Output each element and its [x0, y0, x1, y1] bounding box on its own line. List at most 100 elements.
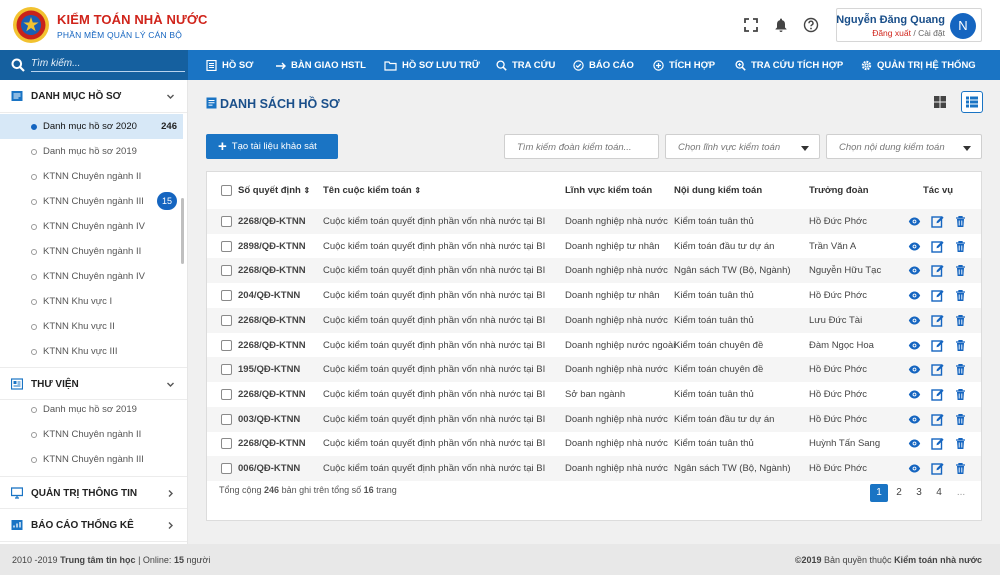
sidebar-item-khu-vuc-2[interactable]: KTNN Khu vực II [0, 314, 183, 339]
nav-item-luu-tru[interactable]: HỒ SƠ LƯU TRỮ [384, 50, 480, 80]
row-checkbox[interactable] [221, 364, 232, 376]
edit-icon[interactable] [931, 289, 944, 302]
delete-icon[interactable] [954, 363, 967, 376]
sidebar-section-report[interactable]: BÁO CÁO THỐNG KÊ [0, 509, 187, 542]
view-icon[interactable] [908, 240, 921, 253]
table-row[interactable]: 2268/QĐ-KTNN Cuộc kiểm toán quyết định ph… [207, 209, 981, 234]
nav-item-bao-cao[interactable]: BÁO CÁO [573, 50, 634, 80]
edit-icon[interactable] [931, 314, 944, 327]
fullscreen-icon[interactable] [743, 17, 759, 33]
select-all-checkbox[interactable] [221, 185, 232, 196]
row-checkbox[interactable] [221, 265, 232, 277]
create-survey-button[interactable]: + Tạo tài liệu khảo sát [206, 134, 338, 159]
settings-link[interactable]: Cài đặt [918, 28, 945, 38]
nav-item-quan-tri[interactable]: QUẢN TRỊ HỆ THỐNG [861, 50, 976, 80]
page-2-button[interactable]: 2 [890, 484, 908, 502]
row-checkbox[interactable] [221, 216, 232, 227]
delete-icon[interactable] [954, 413, 967, 426]
sidebar-item-chuyen-nganh-2b[interactable]: KTNN Chuyên ngành II [0, 239, 183, 264]
view-icon[interactable] [908, 264, 921, 277]
page-4-button[interactable]: 4 [930, 484, 948, 502]
sidebar-item-2019[interactable]: Danh mục hồ sơ 2019 [0, 139, 183, 164]
nav-item-tich-hop[interactable]: TÍCH HỢP [653, 50, 715, 80]
table-row[interactable]: 195/QĐ-KTNN Cuộc kiểm toán quyết định phầ… [207, 357, 981, 383]
sidebar-item-chuyen-nganh-4[interactable]: KTNN Chuyên ngành IV [0, 214, 183, 239]
page-3-button[interactable]: 3 [910, 484, 928, 502]
header-audit-name[interactable]: Tên cuộc kiểm toán ⇕ [323, 185, 421, 196]
row-checkbox[interactable] [221, 438, 232, 450]
delete-icon[interactable] [954, 314, 967, 327]
field-select[interactable]: Chọn lĩnh vực kiểm toán [665, 134, 820, 159]
header-decision[interactable]: Số quyết định ⇕ [238, 185, 310, 196]
user-menu[interactable]: Nguyễn Đăng Quang Đăng xuất / Cài đặt N [836, 8, 982, 42]
nav-item-tra-cuu[interactable]: TRA CỨU [496, 50, 555, 80]
sidebar-item-chuyen-nganh-3[interactable]: KTNN Chuyên ngành III 15 [0, 189, 183, 214]
sidebar-item-library-2019[interactable]: Danh mục hồ sơ 2019 [0, 397, 183, 422]
sidebar-scrollbar[interactable] [181, 198, 184, 264]
bell-icon[interactable] [773, 17, 789, 33]
sidebar-item-2020[interactable]: Danh mục hồ sơ 2020 246 [0, 114, 183, 139]
delete-icon[interactable] [954, 264, 967, 277]
sidebar-section-library[interactable]: THƯ VIỆN [0, 367, 187, 400]
edit-icon[interactable] [931, 363, 944, 376]
row-checkbox[interactable] [221, 240, 232, 252]
row-checkbox[interactable] [221, 314, 232, 326]
row-checkbox[interactable] [221, 388, 232, 400]
row-checkbox[interactable] [221, 413, 232, 425]
view-icon[interactable] [908, 462, 921, 475]
logout-link[interactable]: Đăng xuất [872, 28, 911, 38]
nav-item-ho-so[interactable]: HỒ SƠ [206, 50, 253, 80]
view-icon[interactable] [908, 437, 921, 450]
table-row[interactable]: 2268/QĐ-KTNN Cuộc kiểm toán quyết định ph… [207, 382, 981, 407]
edit-icon[interactable] [931, 240, 944, 253]
table-row[interactable]: 2268/QĐ-KTNN Cuộc kiểm toán quyết định ph… [207, 431, 981, 456]
view-icon[interactable] [908, 388, 921, 401]
view-icon[interactable] [908, 215, 921, 228]
content-select[interactable]: Chọn nội dung kiểm toán [826, 134, 982, 159]
delete-icon[interactable] [954, 339, 967, 352]
sidebar-item-khu-vuc-3[interactable]: KTNN Khu vực III [0, 339, 183, 364]
table-row[interactable]: 204/QĐ-KTNN Cuộc kiểm toán quyết định phầ… [207, 283, 981, 308]
view-icon[interactable] [908, 363, 921, 376]
view-icon[interactable] [908, 339, 921, 352]
row-checkbox[interactable] [221, 463, 232, 474]
delete-icon[interactable] [954, 240, 967, 253]
edit-icon[interactable] [931, 462, 944, 475]
sidebar-item-chuyen-nganh-4b[interactable]: KTNN Chuyên ngành IV [0, 264, 183, 289]
edit-icon[interactable] [931, 339, 944, 352]
list-view-button[interactable] [961, 91, 983, 113]
table-row[interactable]: 003/QĐ-KTNN Cuộc kiểm toán quyết định phầ… [207, 406, 981, 432]
search-input[interactable] [31, 56, 185, 72]
edit-icon[interactable] [931, 388, 944, 401]
state-audit-logo[interactable] [12, 6, 50, 44]
audit-team-search[interactable]: Tìm kiếm đoàn kiểm toán... [504, 134, 659, 159]
help-icon[interactable] [803, 17, 819, 33]
view-icon[interactable] [908, 413, 921, 426]
table-row[interactable]: 2268/QĐ-KTNN Cuộc kiểm toán quyết định ph… [207, 333, 981, 358]
sidebar-item-chuyen-nganh-2[interactable]: KTNN Chuyên ngành II [0, 164, 183, 189]
view-icon[interactable] [908, 314, 921, 327]
search-icon[interactable] [11, 58, 25, 72]
table-row[interactable]: 2268/QĐ-KTNN Cuộc kiểm toán quyết định ph… [207, 307, 981, 333]
page-1-button[interactable]: 1 [870, 484, 888, 502]
edit-icon[interactable] [931, 264, 944, 278]
row-checkbox[interactable] [221, 339, 232, 351]
sidebar-section-catalog[interactable]: DANH MỤC HỒ SƠ [0, 80, 187, 113]
sidebar-item-library-cn3[interactable]: KTNN Chuyên ngành III [0, 447, 183, 472]
edit-icon[interactable] [931, 413, 944, 426]
delete-icon[interactable] [954, 437, 967, 450]
nav-item-tra-cuu-tich-hop[interactable]: TRA CỨU TÍCH HỢP [735, 50, 843, 80]
sidebar-section-admin[interactable]: QUẢN TRỊ THÔNG TIN [0, 476, 187, 509]
table-row[interactable]: 006/QĐ-KTNN Cuộc kiểm toán quyết định phầ… [207, 456, 981, 481]
view-icon[interactable] [908, 289, 921, 302]
delete-icon[interactable] [954, 388, 967, 401]
sidebar-item-library-cn2[interactable]: KTNN Chuyên ngành II [0, 422, 183, 447]
delete-icon[interactable] [954, 462, 967, 475]
row-checkbox[interactable] [221, 290, 232, 302]
avatar[interactable]: N [950, 13, 976, 39]
table-row[interactable]: 2268/QĐ-KTNN Cuộc kiểm toán quyết định ph… [207, 258, 981, 284]
table-row[interactable]: 2898/QĐ-KTNN Cuộc kiểm toán quyết định ph… [207, 234, 981, 259]
grid-view-button[interactable] [929, 91, 951, 113]
delete-icon[interactable] [954, 289, 967, 302]
delete-icon[interactable] [954, 215, 967, 228]
